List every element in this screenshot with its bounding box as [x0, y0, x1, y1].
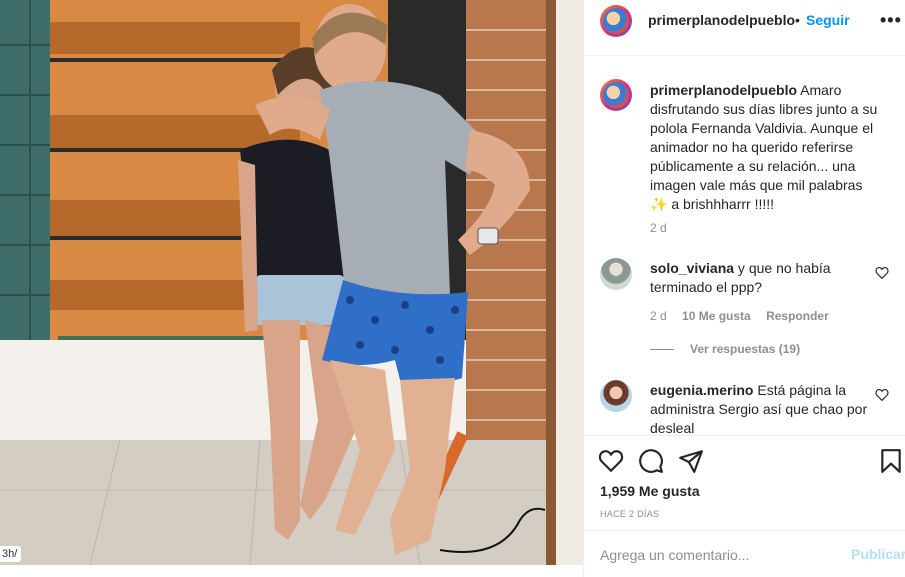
post-actions: 1,959 Me gusta HACE 2 DÍAS	[584, 435, 905, 530]
replies-divider	[650, 349, 674, 351]
follow-button[interactable]: Seguir	[806, 12, 850, 28]
header-separator: •	[795, 12, 800, 28]
caption-time[interactable]: 2 d	[650, 221, 667, 235]
comment-input[interactable]	[600, 545, 840, 565]
more-horizontal-icon[interactable]: •••	[880, 10, 902, 31]
post-date[interactable]: HACE 2 DÍAS	[600, 509, 659, 519]
send-icon[interactable]	[678, 448, 704, 474]
likes-count[interactable]: 1,959 Me gusta	[600, 483, 700, 499]
publish-button[interactable]: Publicar	[851, 546, 905, 562]
caption-username[interactable]: primerplanodelpueblo	[650, 82, 797, 98]
comment-username[interactable]: eugenia.merino	[650, 382, 753, 398]
instagram-post-modal: 3h/ primerplanodelpueblo • Seguir ••• pr…	[0, 0, 905, 577]
comment-like-heart-icon[interactable]	[875, 388, 889, 401]
post-header: primerplanodelpueblo • Seguir •••	[584, 0, 905, 56]
comment-avatar[interactable]	[600, 380, 632, 412]
bookmark-icon[interactable]	[878, 448, 904, 474]
post-photo[interactable]: 3h/	[0, 0, 583, 565]
author-avatar[interactable]	[600, 5, 632, 37]
comment-icon[interactable]	[638, 448, 664, 474]
comment-item: eugenia.merino Está página la administra…	[650, 381, 870, 435]
view-replies-button[interactable]: Ver respuestas (19)	[650, 342, 800, 356]
caption: primerplanodelpueblo Amaro disfrutando s…	[650, 81, 882, 214]
caption-author-avatar[interactable]	[600, 79, 632, 111]
caption-text: Amaro disfrutando sus días libres junto …	[650, 82, 878, 212]
comment-item: solo_viviana y que no había terminado el…	[650, 259, 870, 297]
heart-icon[interactable]	[598, 448, 624, 474]
comment-meta: 2 d 10 Me gusta Responder	[650, 309, 841, 323]
comment-like-heart-icon[interactable]	[875, 266, 889, 279]
comments-list[interactable]: primerplanodelpueblo Amaro disfrutando s…	[584, 57, 905, 435]
comment-avatar[interactable]	[600, 258, 632, 290]
reply-button[interactable]: Responder	[766, 309, 829, 323]
post-details-panel: primerplanodelpueblo • Seguir ••• primer…	[583, 0, 905, 577]
photo-corner-tag: 3h/	[0, 546, 22, 562]
photo-illustration	[0, 0, 583, 565]
comment-likes[interactable]: 10 Me gusta	[682, 309, 751, 323]
view-replies-label: Ver respuestas (19)	[690, 342, 801, 356]
add-comment-bar: Publicar	[584, 530, 905, 577]
comment-username[interactable]: solo_viviana	[650, 260, 734, 276]
comment-time[interactable]: 2 d	[650, 309, 667, 323]
author-username[interactable]: primerplanodelpueblo	[648, 12, 795, 28]
